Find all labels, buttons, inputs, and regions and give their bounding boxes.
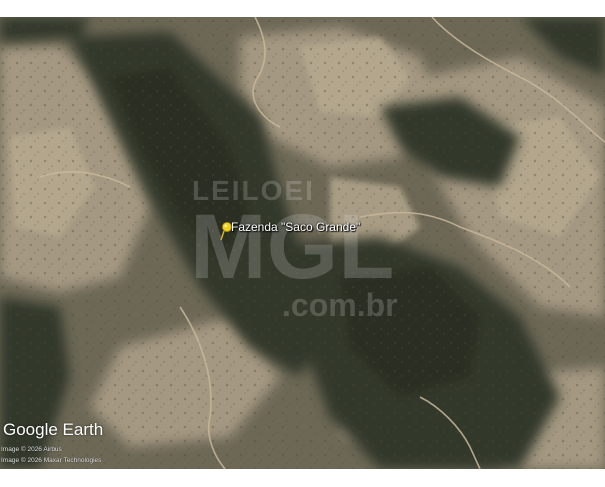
imagery-credit: Image © 2026 Maxar Technologies	[1, 457, 102, 464]
google-earth-logo: Google Earth	[3, 420, 104, 439]
placemark-label[interactable]: Fazenda "Saco Grande"	[231, 220, 360, 234]
satellite-imagery	[0, 17, 605, 469]
imagery-credit: Image © 2026 Airbus	[1, 446, 62, 453]
map-viewport[interactable]: LEILOEI MGL .com.br Fazenda "Saco Grande…	[0, 17, 605, 469]
